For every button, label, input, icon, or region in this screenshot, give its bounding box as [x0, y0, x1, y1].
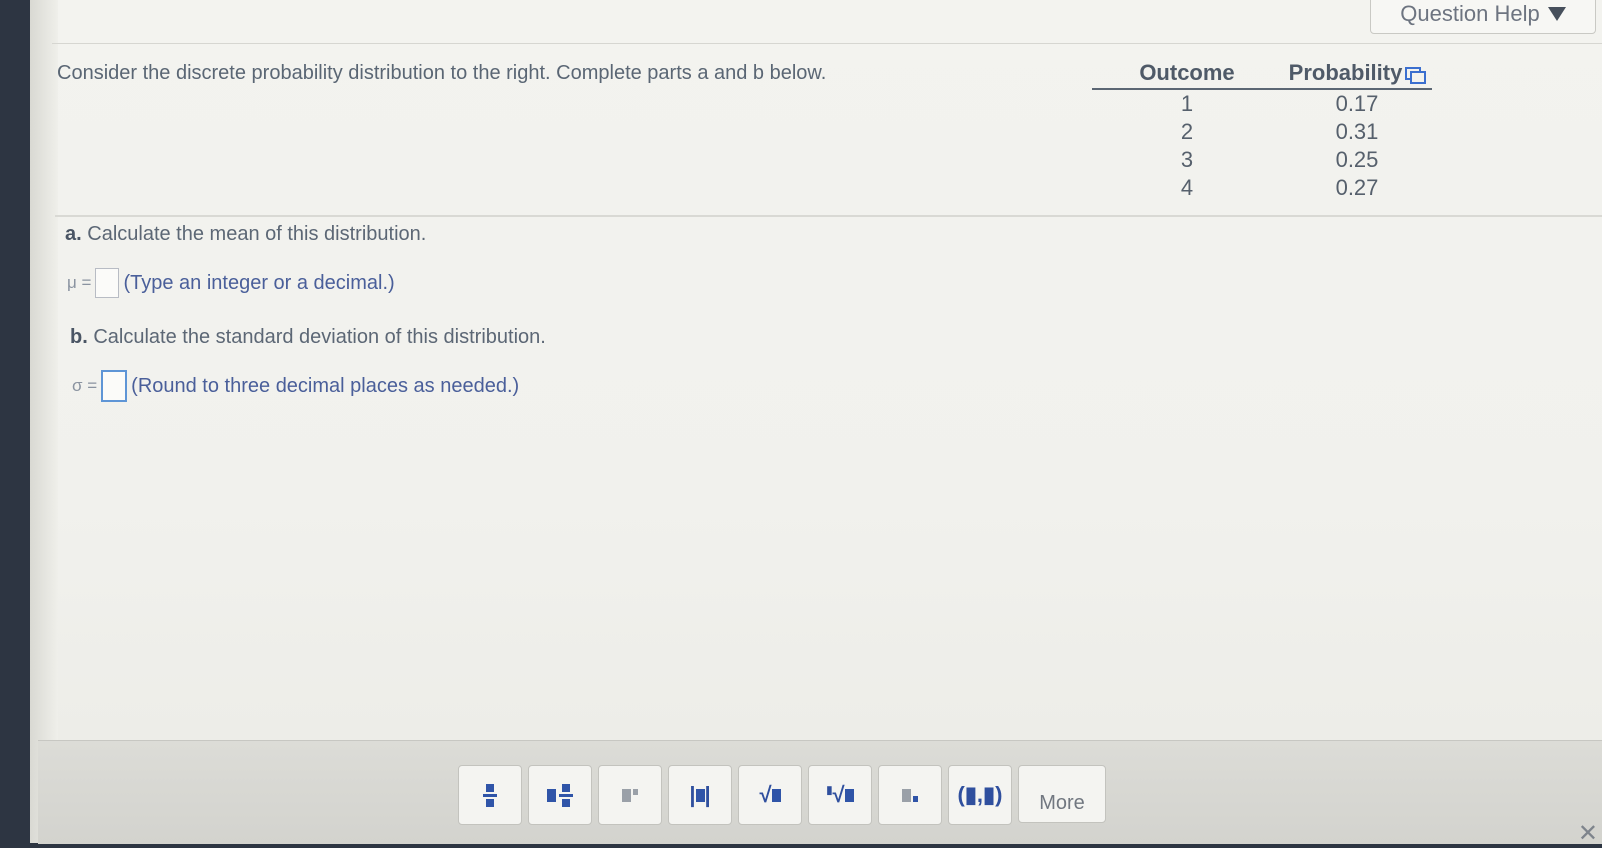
part-a-letter: a.	[65, 223, 82, 245]
table-row: 2 0.31	[1092, 118, 1432, 146]
exponent-icon	[622, 788, 638, 802]
mean-hint: (Type an integer or a decimal.)	[123, 271, 395, 294]
mu-symbol: μ =	[67, 273, 92, 292]
sigma-symbol: σ =	[72, 376, 98, 395]
probability-cell: 0.25	[1335, 147, 1379, 172]
mixed-number-button[interactable]	[528, 765, 592, 825]
absolute-value-icon: | |	[689, 782, 711, 807]
question-help-label: Question Help	[1400, 1, 1540, 26]
std-dev-hint: (Round to three decimal places as needed…	[131, 374, 520, 397]
table-row: 3 0.25	[1092, 146, 1432, 174]
nth-root-button[interactable]: ▮√	[808, 765, 872, 825]
outcome-header: Outcome	[1139, 60, 1235, 85]
copy-table-icon[interactable]	[1405, 65, 1427, 84]
nth-root-icon: ▮√	[826, 782, 854, 808]
math-toolbar: | | √ ▮√ (▮,▮) More ✕	[38, 740, 1602, 847]
part-b-text: Calculate the standard deviation of this…	[93, 326, 546, 348]
probability-cell: 0.17	[1335, 91, 1379, 116]
probability-cell: 0.31	[1335, 119, 1379, 144]
probability-table: Outcome Probability 1 0.17 2 0.31 3 0.25…	[1092, 60, 1432, 202]
part-b-letter: b.	[70, 326, 88, 348]
exponent-button[interactable]	[598, 765, 662, 825]
std-dev-answer-input[interactable]	[101, 370, 128, 402]
probability-header-cell: Probability	[1282, 60, 1432, 86]
square-root-icon: √	[759, 782, 781, 808]
mean-answer-input[interactable]	[95, 268, 120, 298]
table-row: 1 0.17	[1092, 90, 1432, 118]
ordered-pair-icon: (▮,▮)	[957, 782, 1003, 807]
part-a-text: Calculate the mean of this distribution.	[87, 223, 427, 245]
header-divider	[52, 43, 1602, 44]
absolute-value-button[interactable]: | |	[668, 765, 732, 825]
fraction-button[interactable]	[458, 765, 522, 825]
subscript-button[interactable]	[878, 765, 942, 825]
part-a-prompt: a. Calculate the mean of this distributi…	[65, 223, 426, 246]
more-tools-button[interactable]: More	[1018, 765, 1106, 823]
mean-answer-line: μ = (Type an integer or a decimal.)	[67, 268, 395, 298]
subscript-icon	[902, 788, 918, 802]
outcome-cell: 4	[1180, 175, 1194, 200]
table-header: Outcome Probability	[1092, 60, 1432, 90]
question-intro: Consider the discrete probability distri…	[57, 62, 827, 84]
more-label: More	[1039, 791, 1085, 814]
question-help-button[interactable]: Question Help	[1370, 0, 1596, 34]
fraction-icon	[483, 783, 497, 807]
ordered-pair-button[interactable]: (▮,▮)	[948, 765, 1012, 825]
square-root-button[interactable]: √	[738, 765, 802, 825]
part-b-prompt: b. Calculate the standard deviation of t…	[70, 326, 546, 349]
dropdown-arrow-icon	[1547, 7, 1566, 21]
table-row: 4 0.27	[1092, 174, 1432, 202]
outcome-cell: 1	[1180, 91, 1194, 116]
probability-cell: 0.27	[1335, 175, 1379, 200]
outcome-cell: 3	[1180, 147, 1194, 172]
probability-header: Probability	[1288, 60, 1403, 85]
close-icon[interactable]: ✕	[1578, 819, 1598, 848]
std-dev-answer-line: σ = (Round to three decimal places as ne…	[72, 370, 519, 402]
section-divider	[55, 215, 1602, 217]
mixed-number-icon	[547, 783, 573, 807]
outcome-cell: 2	[1180, 119, 1194, 144]
